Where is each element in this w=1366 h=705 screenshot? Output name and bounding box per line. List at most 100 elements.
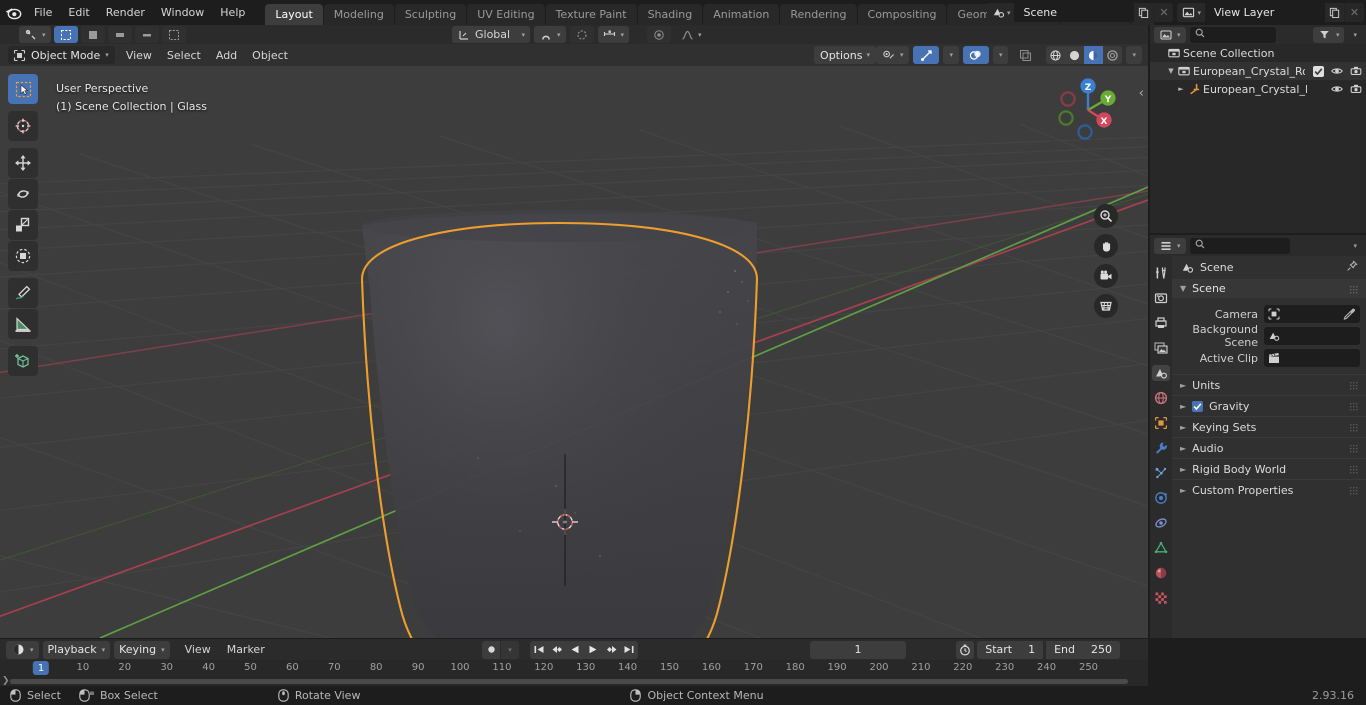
world-globe-icon[interactable] [1152, 390, 1170, 406]
select-mode-set-button[interactable] [80, 26, 105, 43]
start-frame-field[interactable]: Start 1 [977, 640, 1044, 659]
menu-file[interactable]: File [26, 3, 60, 22]
shading-wireframe-button[interactable] [1046, 46, 1066, 64]
move-tool[interactable] [8, 148, 38, 178]
proportional-size-button[interactable]: ▾ [597, 26, 630, 43]
jump-to-end-button[interactable] [620, 640, 638, 659]
scene-selector[interactable]: ▾ Scene ✕ [986, 3, 1174, 22]
particles-icon[interactable] [1152, 465, 1170, 481]
section-checkbox[interactable] [1192, 400, 1204, 412]
menu-window[interactable]: Window [153, 3, 212, 22]
timeline-menu-view[interactable]: View [178, 641, 218, 658]
shading-material-preview-button[interactable] [1084, 46, 1104, 64]
shading-rendered-button[interactable] [1103, 46, 1123, 64]
object-square-icon[interactable] [1152, 415, 1170, 431]
disclosure-right-icon[interactable]: ► [1180, 486, 1186, 495]
viewport-menu-add[interactable]: Add [209, 47, 244, 64]
disclosure-right-icon[interactable]: ► [1180, 381, 1186, 390]
tool-icon[interactable] [1152, 265, 1170, 281]
render-camera-icon[interactable] [1350, 83, 1362, 95]
overlays-dropdown[interactable]: ▾ [992, 46, 1009, 64]
play-button[interactable] [584, 640, 602, 659]
timeline-editor-type-dropdown[interactable]: ▾ [6, 640, 39, 659]
overlays-toggle-button[interactable] [962, 46, 989, 64]
pan-hand-icon[interactable] [1094, 234, 1118, 258]
timeline-menu-marker[interactable]: Marker [220, 641, 272, 658]
properties-search-input[interactable] [1189, 237, 1290, 254]
timeline-playhead[interactable]: 1 [32, 661, 50, 675]
viewport-menu-select[interactable]: Select [160, 47, 208, 64]
outliner-row[interactable]: ► European_Crystal_Rocks [1150, 80, 1366, 98]
prev-keyframe-button[interactable] [548, 640, 566, 659]
next-keyframe-button[interactable] [602, 640, 620, 659]
auto-keying-button[interactable] [482, 640, 500, 659]
end-frame-field[interactable]: End 250 [1046, 640, 1120, 659]
timeline-scroll-left-arrow[interactable]: ❯ [2, 676, 10, 686]
use-preview-range-button[interactable] [956, 640, 975, 659]
disclosure-right-icon[interactable]: ► [1180, 444, 1186, 453]
measure-tool[interactable] [8, 309, 38, 339]
ortho-grid-icon[interactable] [1094, 294, 1118, 318]
disclosure-right-icon[interactable]: ► [1180, 423, 1186, 432]
scene-browse-icon[interactable]: ▾ [986, 3, 1016, 22]
scene-unlink-icon[interactable]: ✕ [1153, 3, 1174, 22]
outliner-search-field[interactable] [1208, 29, 1269, 40]
disclosure-down-icon[interactable]: ▼ [1164, 67, 1178, 75]
outliner-options-dropdown[interactable]: ▾ [1348, 27, 1362, 43]
physics-orbit-icon[interactable] [1152, 490, 1170, 506]
timeline-ruler[interactable]: 10 20 30 40 50 60 70 80 90 100 110 120 130 140 150 160 1… [0, 660, 1148, 686]
transform-tool[interactable] [8, 241, 38, 271]
view-layer-remove-icon[interactable]: ✕ [1344, 3, 1364, 22]
active-clip-field[interactable] [1264, 349, 1360, 367]
xray-toggle-button[interactable] [1012, 46, 1039, 64]
camera-icon[interactable] [1094, 264, 1118, 288]
visibility-eye-icon[interactable] [1331, 83, 1343, 95]
wrench-icon[interactable] [1152, 440, 1170, 456]
tweak-select-tool[interactable] [8, 74, 38, 104]
property-section-rigid-body-world[interactable]: ► Rigid Body World [1172, 458, 1366, 479]
timeline-horizontal-scrollbar[interactable] [10, 679, 1128, 684]
view-layer-browse-icon[interactable]: ▾ [1177, 3, 1206, 22]
visibility-dropdown[interactable]: ▾ [875, 46, 910, 64]
shading-dropdown[interactable]: ▾ [1126, 46, 1142, 64]
background-scene-field[interactable] [1264, 327, 1360, 345]
workspace-tab-texture-paint[interactable]: Texture Paint [545, 4, 637, 25]
workspace-tab-compositing[interactable]: Compositing [857, 4, 947, 25]
view-layer-name[interactable]: View Layer [1206, 3, 1324, 22]
view-layer-selector[interactable]: ▾ View Layer ✕ [1177, 3, 1364, 22]
collection-checkbox[interactable] [1313, 65, 1324, 77]
play-reverse-button[interactable] [566, 640, 584, 659]
properties-editor-type-dropdown[interactable]: ▾ [1154, 237, 1186, 254]
current-frame-field[interactable]: 1 [810, 640, 906, 659]
scale-tool[interactable] [8, 210, 38, 240]
select-mode-subtract-button[interactable] [134, 26, 159, 43]
sidebar-expand-arrow-icon[interactable]: ‹ [1139, 86, 1144, 101]
tool-preset-button[interactable]: ▾ [19, 26, 51, 43]
property-section-custom-properties[interactable]: ► Custom Properties [1172, 479, 1366, 500]
shading-solid-button[interactable] [1065, 46, 1085, 64]
scene-new-copy-icon[interactable] [1133, 3, 1154, 22]
workspace-tab-animation[interactable]: Animation [703, 4, 780, 25]
proportional-editing-toggle[interactable] [569, 26, 594, 43]
outliner-display-mode-dropdown[interactable]: ▾ [1154, 26, 1186, 43]
add-cube-tool[interactable] [8, 346, 38, 376]
select-mode-invert-button[interactable] [161, 26, 186, 43]
options-dropdown[interactable]: Options ▾ [814, 46, 876, 64]
select-mode-box-button[interactable] [53, 26, 78, 43]
property-section-gravity[interactable]: ► Gravity [1172, 395, 1366, 416]
outliner-row[interactable]: ▼ European_Crystal_Rocks_Gla [1150, 62, 1366, 80]
workspace-tab-sculpting[interactable]: Sculpting [394, 4, 467, 25]
visibility-eye-icon[interactable] [1331, 65, 1343, 77]
jump-to-start-button[interactable] [530, 640, 548, 659]
properties-options-dropdown[interactable]: ▾ [1348, 238, 1362, 254]
disclosure-right-icon[interactable]: ► [1174, 85, 1188, 93]
interaction-mode-dropdown[interactable]: Object Mode ▾ [8, 46, 115, 64]
select-mode-extend-button[interactable] [107, 26, 132, 43]
outliner-filter-dropdown[interactable]: ▾ [1312, 26, 1345, 43]
scene-name[interactable]: Scene [1015, 3, 1134, 22]
outliner-search-input[interactable] [1189, 26, 1276, 43]
scene-panel-header[interactable]: ▼ Scene [1172, 278, 1366, 298]
scene-cone-icon[interactable] [1152, 365, 1170, 381]
printer-icon[interactable] [1152, 315, 1170, 331]
menu-render[interactable]: Render [98, 3, 153, 22]
